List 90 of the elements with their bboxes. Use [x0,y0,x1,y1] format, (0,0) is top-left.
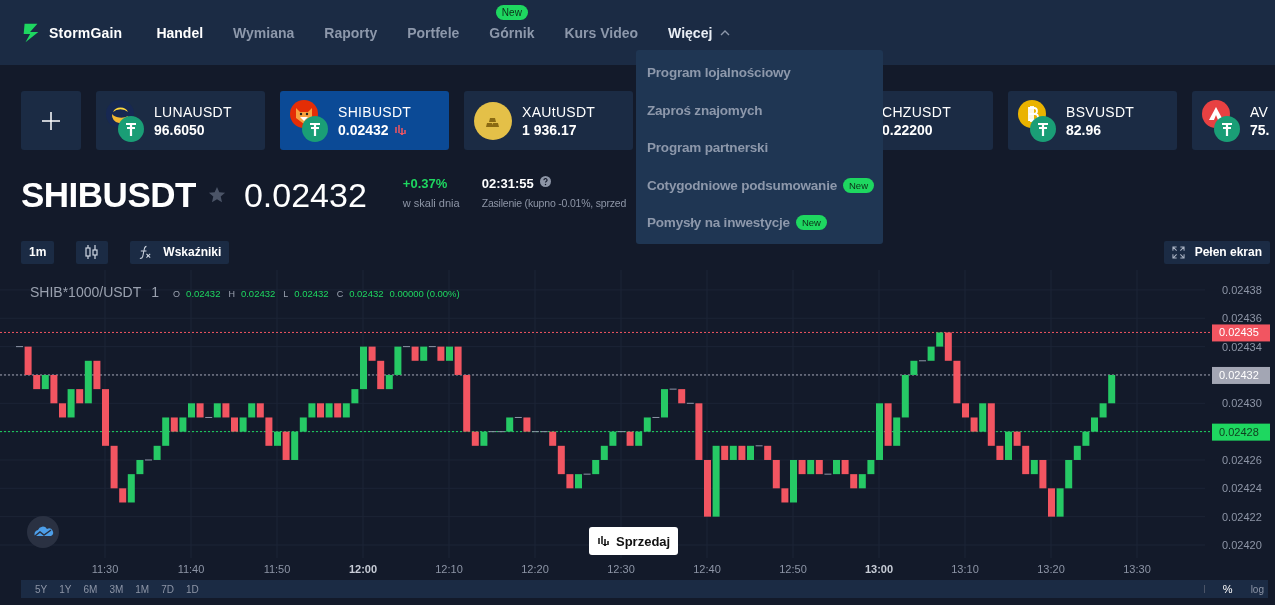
chart-symbol: SHIB*1000/USDT [30,284,142,300]
ticker-card[interactable]: XAUtUSDT 1 936.17 [464,91,633,150]
nav-link[interactable]: Wymiana [221,18,307,47]
tether-coin-icon [1214,115,1240,142]
new-badge: New [495,4,528,20]
bars-coin-icon [474,101,512,140]
funding-timer: 02:31:55 [481,175,534,191]
trend-down-icon [393,123,408,136]
new-badge: New [795,215,827,231]
nav-link[interactable]: Więcej [656,18,743,47]
nav-link[interactable]: Kurs Video [552,18,651,47]
daily-change: +0.37% [402,175,449,191]
price-tag: 0.02432 [1212,366,1270,384]
star-icon[interactable] [207,186,226,204]
ticker-card[interactable]: SHIBUSDT 0.02432 [280,91,449,150]
range-button[interactable]: 1M [131,583,154,595]
menu-item[interactable]: Program partnerski [647,140,768,156]
ohlc-key: H [228,289,235,299]
indicators-button[interactable]: Wskaźniki [130,240,230,264]
nav-link[interactable]: Raporty [312,18,390,47]
trend-down-icon [597,535,611,547]
time-axis-label: 12:50 [779,563,807,575]
change-label: w skali dnia [402,196,460,209]
ohlc-value: 0.02432 [240,288,276,299]
price-axis-label: 0.02426 [1222,454,1262,466]
ohlc-key: L [283,289,289,299]
menu-item[interactable]: Cotygodniowe podsumowanie [647,177,837,193]
ticker-card[interactable]: BSVUSDT 82.96 [1008,91,1177,150]
price-tag: 0.02435 [1212,324,1270,342]
ohlc-value: 0.02432 [294,288,329,299]
scale-toggle[interactable]: % [1218,583,1237,595]
ohlc-value: 0.02432 [349,288,384,299]
interval-button[interactable]: 1m [21,240,55,264]
new-badge: New [843,177,874,193]
nav-link[interactable]: Górnik [477,18,547,47]
help-icon[interactable] [539,175,551,187]
sell-button[interactable]: Sprzedaj [589,527,679,555]
tether-coin-icon [1030,115,1056,142]
menu-item[interactable]: Program lojalnościowy [647,65,791,81]
price-tag: 0.02428 [1212,423,1270,441]
time-axis-label: 13:10 [951,563,979,575]
plus-icon [41,110,61,131]
range-button[interactable]: 1Y [55,583,76,595]
time-axis-label: 11:30 [91,563,119,575]
chart-interval: 1 [151,284,160,300]
ohlc-value: 0.02432 [186,288,221,299]
time-axis-label: 13:00 [864,563,894,575]
ohlc-key: C [336,289,344,299]
menu-item[interactable]: Zaproś znajomych [647,102,763,118]
time-axis-label: 13:20 [1037,563,1065,575]
candles-icon [84,244,101,260]
time-axis-label: 13:30 [1123,563,1151,575]
ticker-card[interactable]: AV 75. [1192,91,1275,150]
price-axis-label: 0.02436 [1222,312,1262,325]
instrument-price: 0.02432 [243,175,367,215]
cloud-logo-icon[interactable] [27,516,59,548]
time-axis-label: 12:10 [435,563,463,575]
price-axis-label: 0.02424 [1222,482,1262,495]
price-axis-label: 0.02434 [1222,340,1262,353]
nav-link[interactable]: Portfele [395,18,472,47]
range-button[interactable]: 6M [79,583,102,595]
ohlc-key: O [173,289,181,299]
fullscreen-button[interactable]: Pełen ekran [1163,240,1270,264]
price-axis-label: 0.02420 [1222,539,1262,551]
time-axis-label: 12:40 [693,563,721,575]
brand-name: StormGain [49,24,123,41]
instrument-symbol: SHIBUSDT [21,175,196,215]
range-button[interactable]: 3M [105,583,128,595]
price-axis-label: 0.02422 [1222,510,1262,523]
price-axis-label: 0.02438 [1222,283,1262,296]
time-axis-label: 11:50 [263,563,291,575]
chart-type-button[interactable] [76,240,109,264]
range-button[interactable]: 5Y [31,583,52,595]
price-change: 0.00000 (0.00%) [389,288,460,299]
menu-item[interactable]: Pomysły na inwestycje [647,215,790,231]
funding-info: Zasilenie (kupno -0.01%, sprzed [481,196,627,209]
time-axis-label: 11:40 [177,563,205,575]
scale-toggle[interactable]: log [1246,583,1268,595]
expand-icon [1171,245,1185,259]
time-axis-label: 12:00 [348,563,378,575]
time-axis-label: 12:30 [607,563,635,575]
range-button[interactable]: 1D [182,583,203,595]
ticker-card[interactable]: LUNAUSDT 96.6050 [96,91,265,150]
tether-coin-icon [118,115,144,142]
price-axis-label: 0.02430 [1222,397,1262,410]
tether-coin-icon [302,115,328,142]
chevron-icon [720,29,731,36]
range-button[interactable]: 7D [157,583,178,595]
nav-link[interactable]: Handel [144,18,216,47]
time-axis-label: 12:20 [521,563,549,575]
